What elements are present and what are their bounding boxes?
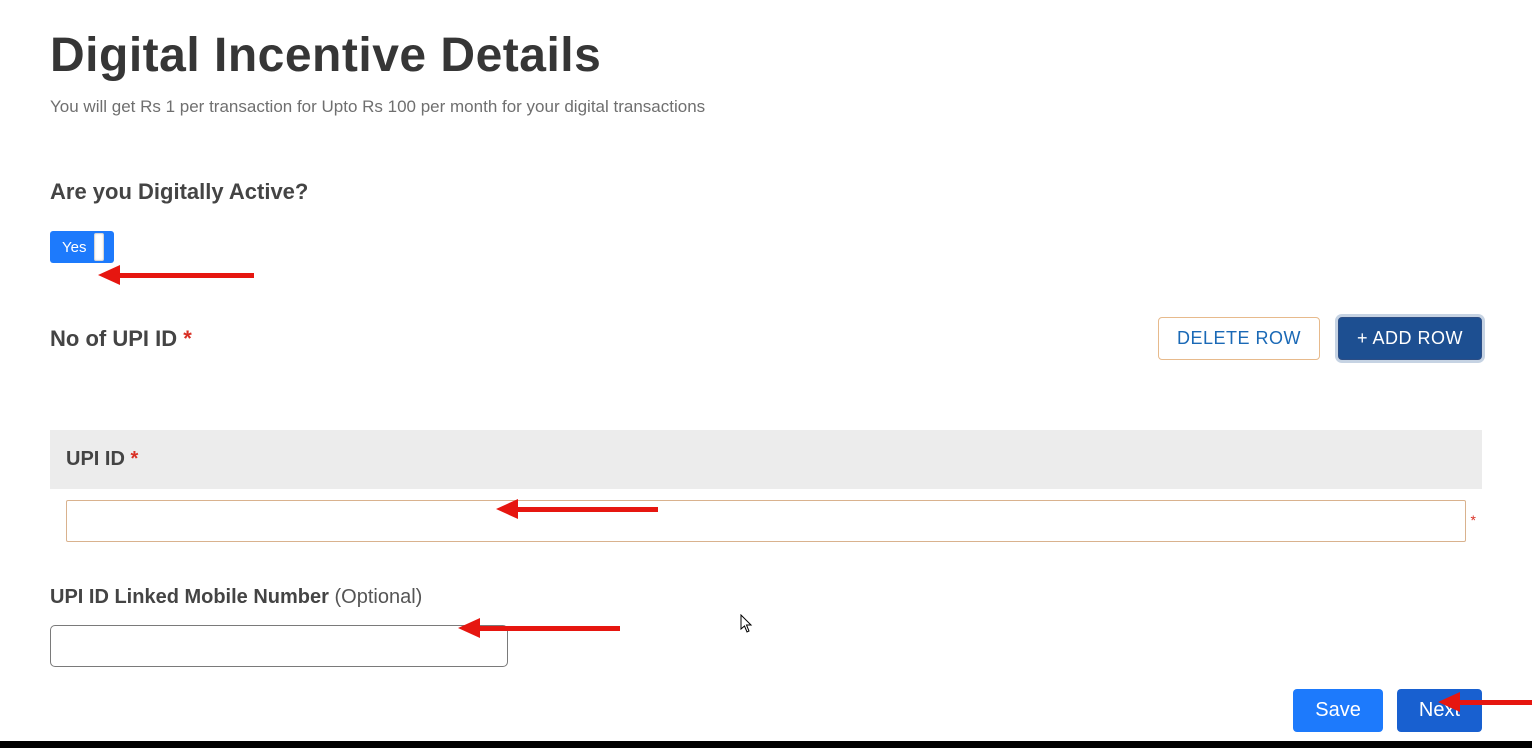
required-asterisk: * bbox=[130, 448, 138, 470]
required-asterisk: * bbox=[1471, 512, 1476, 528]
page-title: Digital Incentive Details bbox=[50, 28, 1482, 83]
page-subtitle: You will get Rs 1 per transaction for Up… bbox=[50, 97, 1482, 117]
add-row-button[interactable]: + ADD ROW bbox=[1338, 317, 1482, 360]
digitally-active-toggle[interactable]: Yes bbox=[50, 231, 114, 263]
mobile-number-label-text: UPI ID Linked Mobile Number bbox=[50, 586, 329, 608]
mobile-number-label: UPI ID Linked Mobile Number (Optional) bbox=[50, 586, 1482, 609]
bottom-bar bbox=[0, 741, 1532, 748]
cursor-icon bbox=[740, 614, 754, 634]
required-asterisk: * bbox=[183, 326, 192, 351]
mobile-number-input[interactable] bbox=[50, 625, 508, 667]
upi-id-input[interactable] bbox=[66, 500, 1466, 542]
toggle-handle bbox=[94, 233, 104, 261]
digitally-active-label: Are you Digitally Active? bbox=[50, 179, 1482, 205]
upi-id-header: UPI ID * bbox=[50, 430, 1482, 489]
delete-row-button[interactable]: DELETE ROW bbox=[1158, 317, 1320, 360]
upi-id-header-text: UPI ID bbox=[66, 448, 125, 470]
save-button[interactable]: Save bbox=[1293, 689, 1383, 732]
no-of-upi-id-text: No of UPI ID bbox=[50, 326, 177, 351]
mobile-optional-text: (Optional) bbox=[329, 586, 422, 608]
no-of-upi-id-label: No of UPI ID * bbox=[50, 326, 192, 352]
toggle-yes-label: Yes bbox=[62, 239, 86, 256]
next-button[interactable]: Next bbox=[1397, 689, 1482, 732]
